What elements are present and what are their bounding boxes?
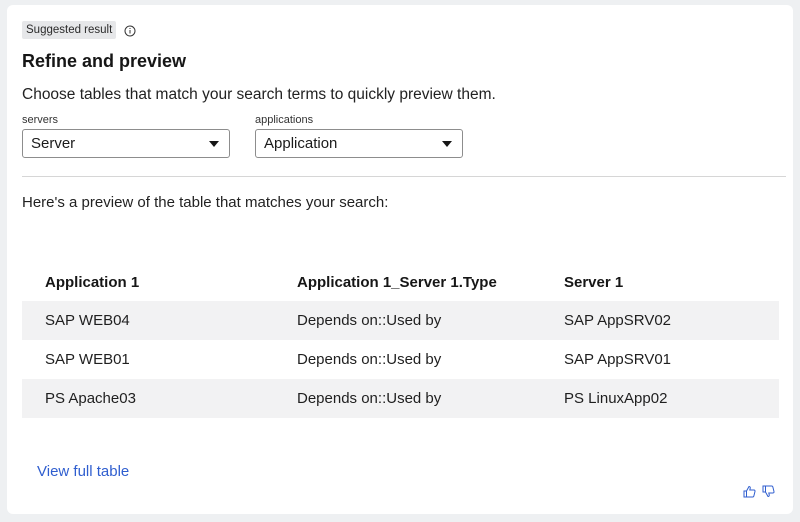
table-row: SAP WEB04 Depends on::Used by SAP AppSRV…: [22, 301, 779, 340]
page-subtitle: Choose tables that match your search ter…: [22, 86, 496, 103]
chevron-down-icon: [442, 140, 452, 147]
servers-select[interactable]: Server: [22, 129, 230, 158]
table-row: SAP WEB01 Depends on::Used by SAP AppSRV…: [22, 340, 779, 379]
thumbs-up-icon[interactable]: [743, 485, 756, 498]
table-cell: Depends on::Used by: [297, 301, 564, 340]
feedback-buttons: [743, 485, 775, 498]
view-full-table-link[interactable]: View full table: [37, 463, 129, 480]
servers-filter-label: servers: [22, 114, 59, 126]
divider: [22, 176, 786, 177]
applications-filter-label: applications: [255, 114, 314, 126]
page-title: Refine and preview: [22, 51, 187, 71]
preview-description: Here's a preview of the table that match…: [22, 194, 389, 211]
info-icon[interactable]: [124, 24, 136, 37]
column-header: Server 1: [564, 273, 624, 291]
table-header-row: Application 1 Application 1_Server 1.Typ…: [22, 263, 779, 301]
applications-select[interactable]: Application: [255, 129, 463, 158]
applications-filter: applications Application: [255, 114, 463, 158]
table-cell: SAP WEB04: [22, 301, 297, 340]
chevron-down-icon: [209, 140, 219, 147]
table-cell: Depends on::Used by: [297, 379, 564, 418]
table-cell: PS LinuxApp02: [564, 379, 779, 418]
table-cell: SAP AppSRV01: [564, 351, 672, 368]
badge-row: Suggested result: [22, 21, 136, 39]
preview-table: Application 1 Application 1_Server 1.Typ…: [22, 263, 779, 418]
applications-select-value: Application: [264, 135, 338, 152]
table-row: PS Apache03 Depends on::Used by PS Linux…: [22, 379, 779, 418]
table-cell: Depends on::Used by: [297, 351, 442, 368]
table-cell: SAP AppSRV02: [564, 301, 779, 340]
column-header: Application 1: [45, 273, 140, 291]
suggested-result-card: Suggested result Refine and preview Choo…: [7, 5, 793, 514]
column-header: Application 1_Server 1.Type: [297, 273, 497, 291]
table-cell: SAP WEB01: [45, 351, 130, 368]
table-cell: PS Apache03: [22, 379, 297, 418]
thumbs-down-icon[interactable]: [762, 485, 775, 498]
servers-select-value: Server: [31, 135, 76, 152]
servers-filter: servers Server: [22, 114, 230, 158]
suggested-result-badge: Suggested result: [22, 21, 117, 39]
